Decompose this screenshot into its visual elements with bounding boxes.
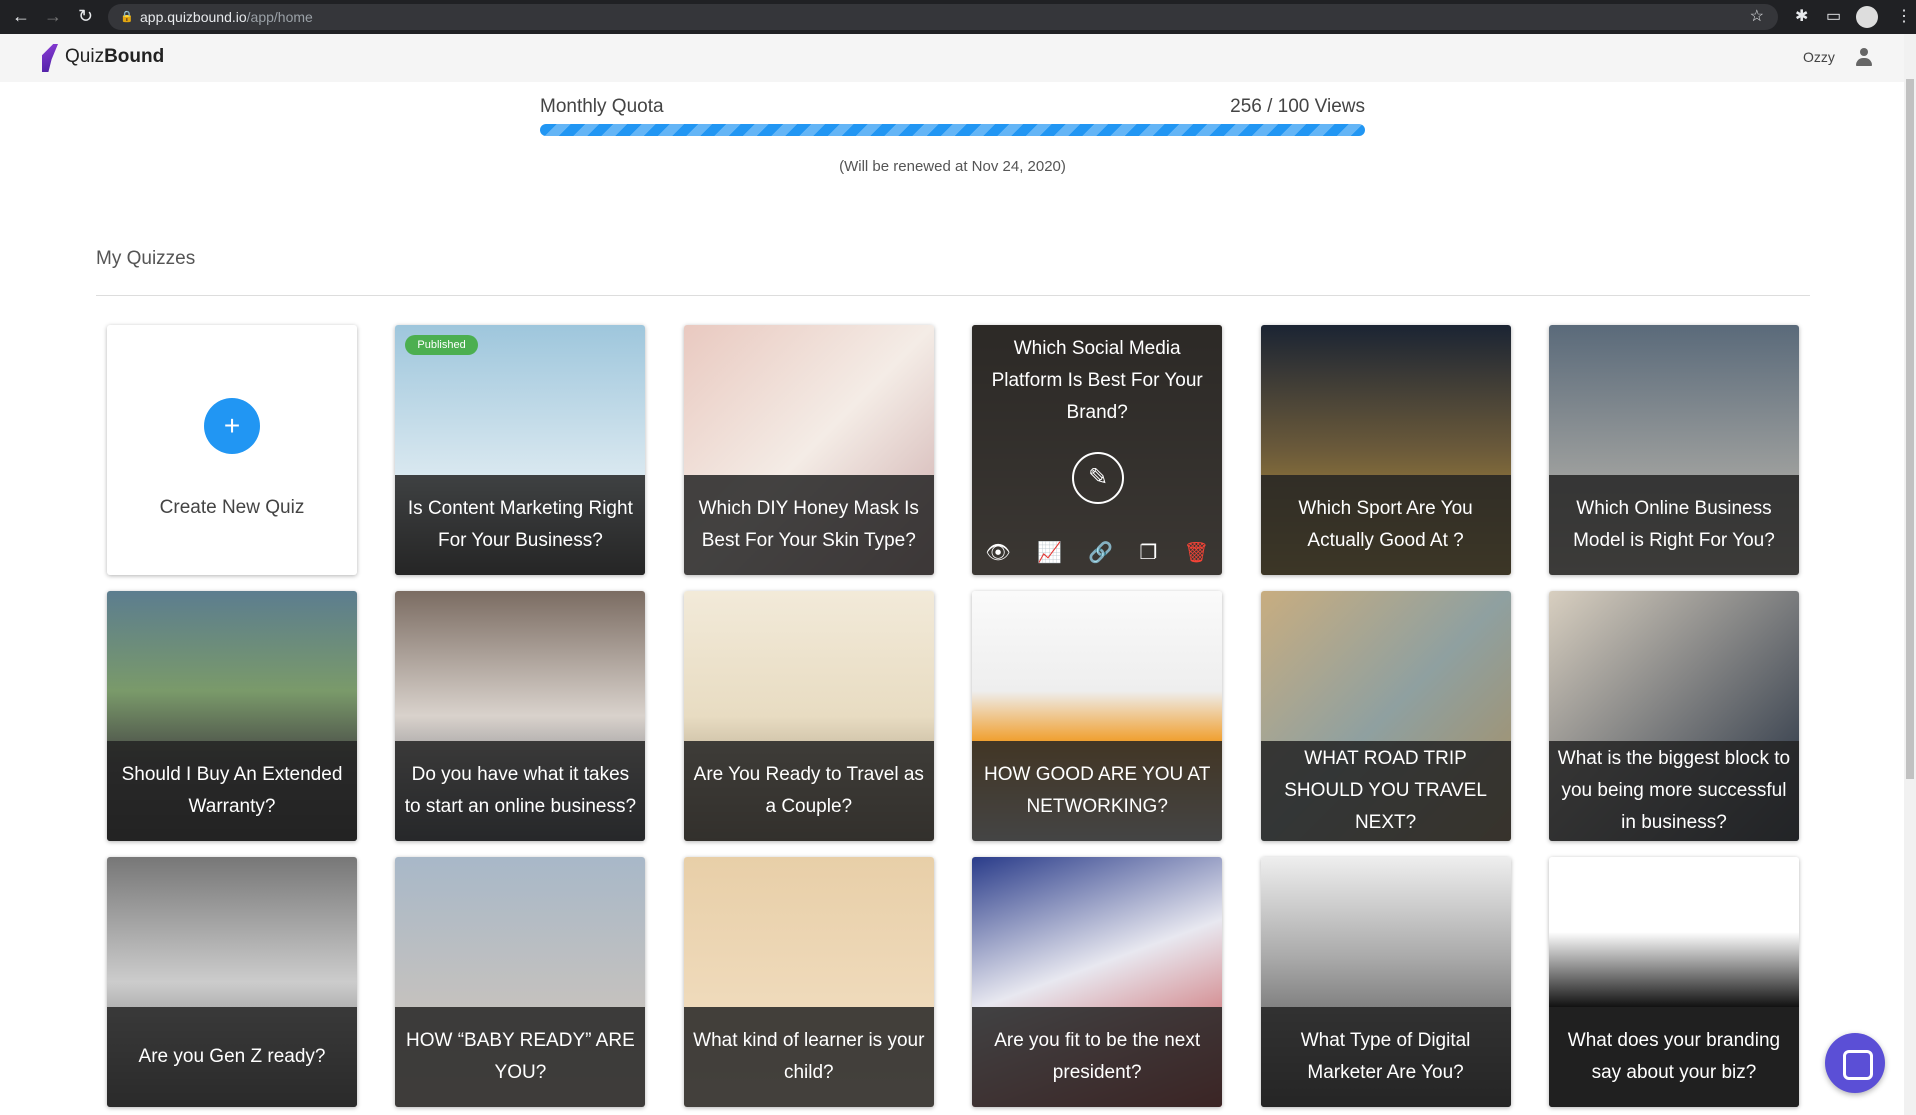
analytics-chart-icon[interactable]: 📈	[1037, 540, 1062, 565]
quiz-title: HOW “BABY READY” ARE YOU?	[395, 1007, 646, 1107]
logo-icon	[42, 44, 58, 72]
published-badge: Published	[405, 335, 478, 355]
quiz-title: Which Social Media Platform Is Best For …	[991, 338, 1203, 423]
quiz-card[interactable]: Which Social Media Platform Is Best For …	[972, 325, 1223, 575]
quiz-card[interactable]: HOW “BABY READY” ARE YOU?	[395, 857, 646, 1107]
quiz-title: What does your branding say about your b…	[1548, 1007, 1799, 1107]
quota-progress-bar	[540, 124, 1365, 136]
bookmark-star-icon[interactable]: ☆	[1750, 4, 1764, 30]
quiz-grid: + Create New Quiz Published Is Content Ma…	[107, 325, 1799, 1107]
quiz-card[interactable]: What is the biggest block to you being m…	[1548, 591, 1799, 841]
quiz-title: Do you have what it takes to start an on…	[395, 741, 646, 841]
quiz-title: Is Content Marketing Right For Your Busi…	[395, 475, 646, 575]
delete-trash-icon[interactable]: 🗑	[1184, 540, 1209, 565]
cast-icon[interactable]: ▭	[1826, 6, 1841, 26]
link-icon[interactable]: 🔗	[1088, 540, 1113, 565]
address-bar[interactable]: 🔒 app.quizbound.io/app/home ☆	[108, 4, 1778, 30]
quiz-card[interactable]: Published Is Content Marketing Right For …	[395, 325, 646, 575]
quiz-title: What is the biggest block to you being m…	[1548, 741, 1799, 841]
quiz-card[interactable]: WHAT ROAD TRIP SHOULD YOU TRAVEL NEXT?	[1260, 591, 1511, 841]
quota-value: 256 / 100 Views	[1230, 96, 1365, 117]
quiz-card[interactable]: Are you fit to be the next president?	[972, 857, 1223, 1107]
quiz-title: Which DIY Honey Mask Is Best For Your Sk…	[683, 475, 934, 575]
quiz-hover-overlay: Which Social Media Platform Is Best For …	[972, 325, 1223, 575]
divider	[96, 295, 1810, 296]
scrollbar[interactable]	[1904, 34, 1916, 1115]
quiz-title: Are you fit to be the next president?	[972, 1007, 1223, 1107]
username[interactable]: Ozzy	[1803, 49, 1835, 65]
quiz-title: What kind of learner is your child?	[683, 1007, 934, 1107]
quiz-title: What Type of Digital Marketer Are You?	[1260, 1007, 1511, 1107]
section-title: My Quizzes	[96, 248, 196, 269]
create-quiz-label: Create New Quiz	[159, 497, 305, 518]
quiz-title: Are you Gen Z ready?	[107, 1007, 357, 1107]
app-header: QuizBound Ozzy	[0, 34, 1904, 82]
forward-icon[interactable]: →	[44, 6, 62, 27]
quiz-card[interactable]: What Type of Digital Marketer Are You?	[1260, 857, 1511, 1107]
reload-icon[interactable]: ↻	[78, 6, 93, 27]
quiz-card[interactable]: Are you Gen Z ready?	[107, 857, 357, 1107]
url-host: app.quizbound.io	[140, 9, 247, 25]
duplicate-icon[interactable]: ❐	[1139, 540, 1157, 565]
menu-icon[interactable]: ⋮	[1896, 6, 1912, 26]
quiz-title: Should I Buy An Extended Warranty?	[107, 741, 357, 841]
quiz-title: Which Sport Are You Actually Good At ?	[1260, 475, 1511, 575]
quiz-card[interactable]: Are You Ready to Travel as a Couple?	[683, 591, 934, 841]
quiz-card[interactable]: Which Online Business Model is Right For…	[1548, 325, 1799, 575]
chat-launcher-button[interactable]	[1825, 1033, 1885, 1093]
browser-toolbar: ← → ↻ 🔒 app.quizbound.io/app/home ☆ ✱ ▭ …	[0, 0, 1916, 34]
logo[interactable]: QuizBound	[65, 46, 164, 68]
preview-icon[interactable]: 👁	[985, 540, 1010, 565]
quota-renew-text: (Will be renewed at Nov 24, 2020)	[839, 158, 1066, 175]
quiz-card[interactable]: Do you have what it takes to start an on…	[395, 591, 646, 841]
create-quiz-card[interactable]: + Create New Quiz	[107, 325, 357, 575]
edit-pencil-icon[interactable]: ✎	[1072, 452, 1125, 504]
logo-text-light: Quiz	[65, 46, 105, 67]
quiz-title: Which Online Business Model is Right For…	[1548, 475, 1799, 575]
lock-icon: 🔒	[120, 11, 134, 23]
quiz-card[interactable]: HOW GOOD ARE YOU AT NETWORKING?	[972, 591, 1223, 841]
quiz-card[interactable]: Should I Buy An Extended Warranty?	[107, 591, 357, 841]
quiz-title: Are You Ready to Travel as a Couple?	[683, 741, 934, 841]
user-icon[interactable]	[1855, 48, 1873, 68]
back-icon[interactable]: ←	[12, 6, 30, 27]
url-path: /app/home	[246, 9, 313, 25]
quiz-card[interactable]: Which Sport Are You Actually Good At ?	[1260, 325, 1511, 575]
plus-icon[interactable]: +	[204, 398, 260, 454]
extensions-icon[interactable]: ✱	[1795, 6, 1808, 26]
quiz-card[interactable]: Which DIY Honey Mask Is Best For Your Sk…	[683, 325, 934, 575]
quiz-title: WHAT ROAD TRIP SHOULD YOU TRAVEL NEXT?	[1260, 741, 1511, 841]
logo-text-bold: Bound	[104, 46, 165, 67]
quiz-card[interactable]: What kind of learner is your child?	[683, 857, 934, 1107]
quiz-title: HOW GOOD ARE YOU AT NETWORKING?	[972, 741, 1223, 841]
profile-avatar[interactable]	[1856, 6, 1878, 28]
quota-label: Monthly Quota	[540, 96, 664, 117]
scrollbar-thumb[interactable]	[1906, 79, 1914, 779]
quiz-card[interactable]: What does your branding say about your b…	[1548, 857, 1799, 1107]
